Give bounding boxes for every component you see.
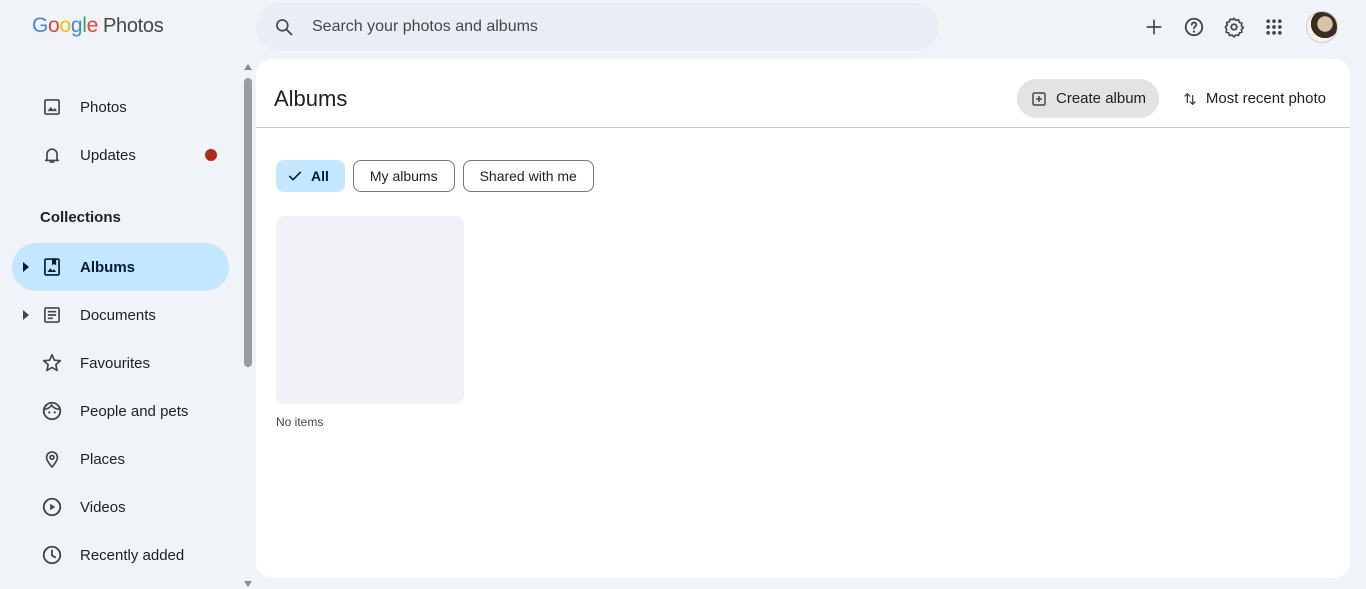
filter-chip-my-albums[interactable]: My albums bbox=[352, 160, 455, 192]
sidebar-item-label: People and pets bbox=[80, 402, 189, 420]
album-thumbnail-placeholder[interactable] bbox=[276, 216, 464, 404]
page-title: Albums bbox=[274, 86, 348, 111]
sidebar-item-favourites[interactable]: Favourites bbox=[12, 339, 229, 387]
apps-grid-icon[interactable] bbox=[1254, 7, 1294, 47]
sidebar-item-label: Recently added bbox=[80, 546, 185, 564]
sidebar-item-label: Favourites bbox=[80, 354, 151, 372]
filter-chips: All My albums Shared with me bbox=[276, 160, 594, 192]
create-album-button[interactable]: Create album bbox=[1017, 79, 1159, 118]
search-bar[interactable] bbox=[256, 3, 939, 51]
scroll-up-arrow-icon[interactable] bbox=[244, 64, 252, 70]
avatar[interactable] bbox=[1306, 11, 1338, 43]
sidebar-item-label: Updates bbox=[80, 146, 136, 164]
main-header: Albums Create album Most recent photo bbox=[256, 59, 1350, 128]
expand-arrow-icon[interactable] bbox=[12, 310, 40, 320]
sidebar-item-updates[interactable]: Updates bbox=[12, 131, 229, 179]
sort-arrows-icon bbox=[1182, 90, 1198, 108]
album-card[interactable]: No items bbox=[276, 216, 464, 429]
filter-chip-label: Shared with me bbox=[479, 168, 577, 184]
sort-button[interactable]: Most recent photo bbox=[1182, 79, 1326, 118]
logo-product-name: Photos bbox=[102, 15, 164, 37]
sidebar-item-places[interactable]: Places bbox=[12, 435, 229, 483]
search-icon[interactable] bbox=[256, 17, 312, 37]
clock-icon bbox=[40, 543, 64, 567]
filter-chip-label: My albums bbox=[369, 168, 438, 184]
sidebar-item-documents[interactable]: Documents bbox=[12, 291, 229, 339]
top-actions bbox=[1134, 7, 1338, 47]
search-input[interactable] bbox=[312, 18, 912, 36]
document-icon bbox=[40, 303, 64, 327]
bell-icon bbox=[40, 143, 64, 167]
filter-chip-all[interactable]: All bbox=[276, 160, 345, 192]
sidebar-item-label: Videos bbox=[80, 498, 126, 516]
sidebar-item-photos[interactable]: Photos bbox=[12, 83, 229, 131]
plus-icon[interactable] bbox=[1134, 7, 1174, 47]
help-icon[interactable] bbox=[1174, 7, 1214, 47]
sidebar-scrollbar[interactable] bbox=[243, 64, 253, 589]
logo-google-text: Google bbox=[32, 14, 98, 37]
scrollbar-thumb[interactable] bbox=[244, 78, 252, 367]
add-box-icon bbox=[1031, 91, 1047, 107]
face-icon bbox=[40, 399, 64, 423]
filter-chip-label: All bbox=[311, 168, 329, 184]
sort-label: Most recent photo bbox=[1205, 90, 1326, 107]
expand-arrow-icon[interactable] bbox=[12, 262, 40, 272]
album-icon bbox=[40, 255, 64, 279]
sidebar: Photos Updates Collections Albums Docume… bbox=[0, 59, 240, 589]
play-circle-icon bbox=[40, 495, 64, 519]
sidebar-item-label: Places bbox=[80, 450, 126, 468]
sidebar-item-videos[interactable]: Videos bbox=[12, 483, 229, 531]
create-album-label: Create album bbox=[1056, 90, 1147, 107]
sidebar-item-label: Photos bbox=[80, 98, 127, 116]
sidebar-item-people-and-pets[interactable]: People and pets bbox=[12, 387, 229, 435]
image-icon bbox=[40, 95, 64, 119]
google-photos-logo[interactable]: Google Photos bbox=[32, 14, 164, 40]
location-pin-icon bbox=[40, 447, 64, 471]
sidebar-item-recently-added[interactable]: Recently added bbox=[12, 531, 229, 579]
main-panel: Albums Create album Most recent photo Al… bbox=[256, 59, 1350, 578]
check-icon bbox=[287, 168, 303, 184]
section-title-collections: Collections bbox=[40, 209, 121, 226]
filter-chip-shared-with-me[interactable]: Shared with me bbox=[462, 160, 594, 192]
star-icon bbox=[40, 351, 64, 375]
album-label: No items bbox=[276, 415, 324, 429]
sidebar-item-label: Albums bbox=[80, 258, 136, 276]
scroll-down-arrow-icon[interactable] bbox=[244, 581, 252, 587]
notification-dot bbox=[205, 149, 217, 161]
sidebar-item-albums[interactable]: Albums bbox=[12, 243, 229, 291]
sidebar-item-label: Documents bbox=[80, 306, 156, 324]
gear-icon[interactable] bbox=[1214, 7, 1254, 47]
